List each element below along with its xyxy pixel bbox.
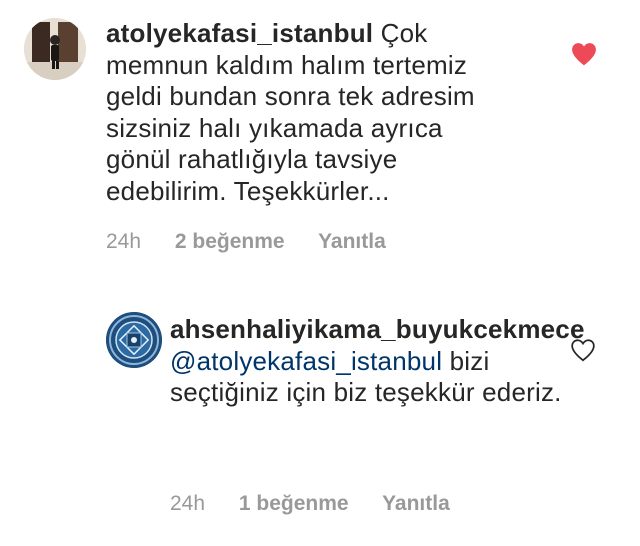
comment-text: atolyekafasi_istanbul Çok memnun kaldım … — [106, 18, 506, 207]
avatar[interactable] — [24, 18, 86, 80]
likes-count[interactable]: 2 beğenme — [175, 230, 285, 253]
comment-item: atolyekafasi_istanbul Çok memnun kaldım … — [24, 18, 640, 268]
comment-username[interactable]: atolyekafasi_istanbul — [106, 18, 373, 48]
ornamental-logo-avatar-icon — [106, 312, 162, 368]
comment-time: 24h — [106, 230, 142, 253]
comment-text: ahsenhaliyikama_buyukcekmece @atolyekafa… — [170, 314, 600, 409]
comment-meta: 24h 2 beğenme Yanıtla — [106, 230, 414, 254]
avatar[interactable] — [106, 312, 162, 368]
comment-meta: 24h 1 beğenme Yanıtla — [170, 492, 478, 516]
heart-outline-icon[interactable] — [570, 338, 596, 362]
reply-comment-item: ahsenhaliyikama_buyukcekmece @atolyekafa… — [106, 312, 640, 532]
mention-link[interactable]: @atolyekafasi_istanbul — [170, 346, 442, 376]
likes-count[interactable]: 1 beğenme — [239, 492, 349, 515]
reply-button[interactable]: Yanıtla — [318, 230, 386, 253]
comment-time: 24h — [170, 492, 206, 515]
person-photo-avatar-icon — [24, 18, 86, 80]
heart-filled-icon[interactable] — [571, 42, 597, 66]
reply-button[interactable]: Yanıtla — [382, 492, 450, 515]
comment-username[interactable]: ahsenhaliyikama_buyukcekmece — [170, 314, 585, 344]
